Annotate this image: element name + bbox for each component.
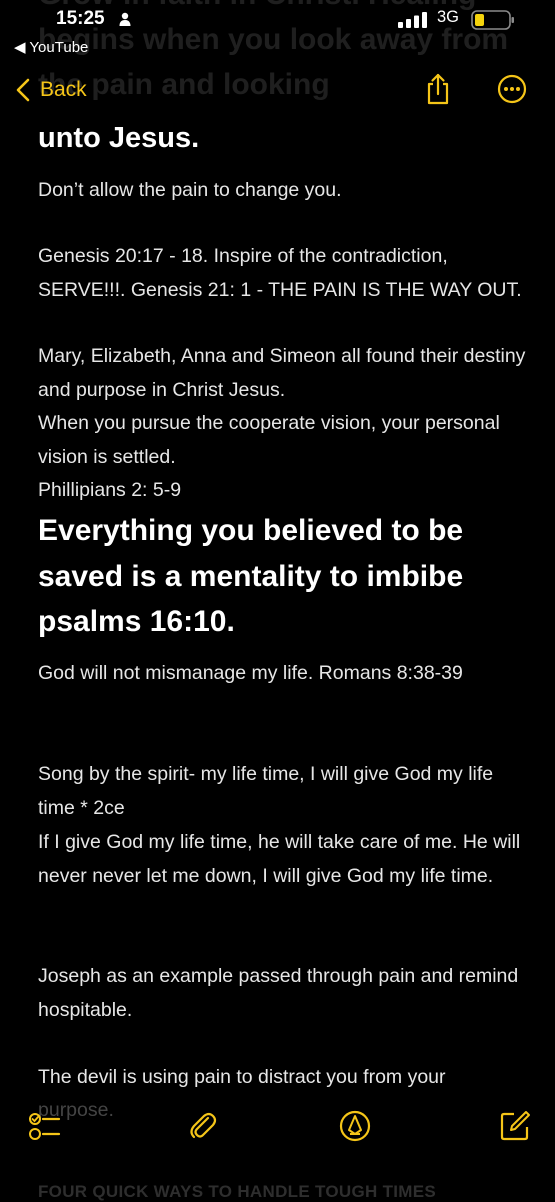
note-paragraph[interactable]: Song by the spirit- my life time, I will…: [38, 758, 528, 825]
bottom-toolbar: [0, 1105, 555, 1155]
note-paragraph[interactable]: If I give God my life time, he will take…: [38, 826, 528, 893]
note-paragraph[interactable]: Genesis 20:17 - 18. Inspire of the contr…: [38, 240, 528, 307]
compose-icon[interactable]: [498, 1109, 532, 1143]
note-paragraph[interactable]: Don’t allow the pain to change you.: [38, 174, 528, 208]
note-paragraph[interactable]: Phillipians 2: 5-9: [38, 474, 528, 508]
status-time: 15:25: [56, 8, 105, 29]
note-paragraph[interactable]: When you pursue the cooperate vision, yo…: [38, 407, 528, 474]
note-paragraph[interactable]: Mary, Elizabeth, Anna and Simeon all fou…: [38, 340, 528, 407]
note-paragraph[interactable]: Joseph as an example passed through pain…: [38, 960, 528, 1027]
person-icon: [119, 12, 131, 26]
markup-pen-icon[interactable]: [338, 1109, 372, 1143]
back-button[interactable]: Back: [16, 72, 87, 108]
battery-icon: [471, 10, 514, 30]
back-label: Back: [40, 78, 87, 101]
paperclip-icon[interactable]: [186, 1109, 220, 1143]
notes-nav-bar: Back: [0, 72, 555, 112]
share-icon[interactable]: [424, 72, 452, 106]
note-heading-partial: unto Jesus.: [38, 122, 200, 154]
note-heading[interactable]: Everything you believed to be saved is a…: [38, 508, 528, 645]
status-bar: 15:25 ◀ YouTube 3G: [0, 0, 555, 70]
cellular-signal-icon: [398, 12, 427, 28]
note-paragraph[interactable]: The devil is using pain to distract you …: [38, 1061, 528, 1095]
more-options-icon[interactable]: [497, 74, 527, 104]
back-to-app-link[interactable]: ◀ YouTube: [14, 38, 88, 56]
network-type: 3G: [437, 8, 460, 26]
chevron-left-icon: [16, 78, 30, 102]
checklist-icon[interactable]: [28, 1109, 62, 1143]
note-paragraph[interactable]: God will not mismanage my life. Romans 8…: [38, 657, 528, 691]
note-heading-faded: FOUR QUICK WAYS TO HANDLE TOUGH TIMES: [38, 1182, 437, 1201]
